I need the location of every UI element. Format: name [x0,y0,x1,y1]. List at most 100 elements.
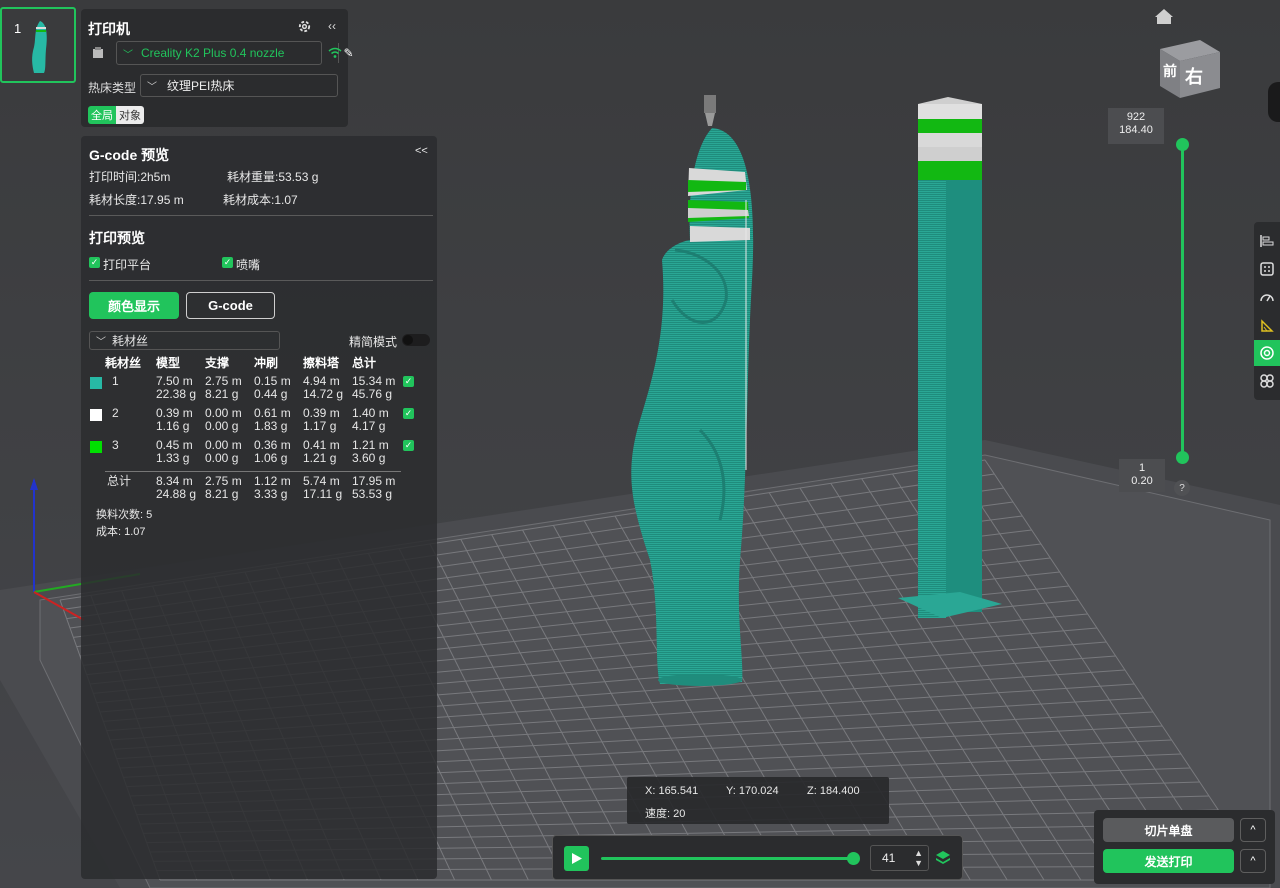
table-cell-total: 45.76 g [352,387,393,401]
gcode-panel-title: G-code 预览 [89,147,170,163]
slice-plate-button[interactable]: 切片单盘 [1103,818,1234,842]
table-cell-model: 1.16 g [156,419,190,433]
table-cell-tower: 14.72 g [303,387,344,401]
total-cost: 成本: 1.07 [96,526,146,538]
collapse-icon[interactable]: << [415,145,428,157]
gcode-view-button[interactable]: G-code [186,292,275,319]
layer-bottom-label: 1 0.20 [1119,459,1165,492]
layer-slider-track[interactable] [1181,144,1184,457]
chevron-down-icon: ﹀ [96,337,106,348]
print-time: 打印时间:2h5m [89,170,171,184]
divider [89,280,433,281]
play-icon [571,853,582,864]
filament-weight: 耗材重量:53.53 g [227,170,319,184]
layer-value: 41 [882,851,896,865]
table-cell-total: 4.17 g [352,419,386,433]
filament-cost: 耗材成本:1.07 [223,193,298,207]
support-paint-icon[interactable] [1254,312,1280,338]
table-cell-support: 0.00 g [205,451,239,465]
plate-preview-icon [32,21,47,73]
playback-handle[interactable] [847,852,860,865]
layers-icon[interactable] [935,850,951,869]
chevron-down-icon: ﹀ [147,82,157,93]
table-divider [105,471,401,472]
send-print-button[interactable]: 发送打印 [1103,849,1234,873]
filament-visible-checkbox[interactable]: ✓ [403,408,414,419]
assembly-icon[interactable] [1254,368,1280,394]
slice-options-button[interactable]: ^ [1240,818,1266,842]
table-cell-total: 3.60 g [352,451,386,465]
stepper-arrows-icon[interactable]: ▲ ▼ [914,848,923,868]
sum-flush-weight: 3.33 g [254,487,288,501]
sum-label: 总计 [107,474,132,488]
table-header: 冲刷 [254,356,279,370]
color-paint-icon[interactable] [1254,340,1280,366]
sidebar-collapse-handle[interactable] [1268,82,1280,122]
coord-x: X: 165.541 [645,785,699,797]
layer-top-label: 922 184.40 [1108,108,1164,144]
view-cube-front: 前 [1163,63,1177,80]
scope-object-button[interactable]: 对象 [116,106,144,124]
table-cell-support: 8.21 g [205,387,239,401]
view-cube[interactable]: 右 前 [1160,40,1220,98]
chevron-down-icon: ﹀ [123,49,133,61]
help-icon[interactable]: ? [1174,480,1190,496]
table-header: 模型 [156,356,181,370]
playback-progress[interactable] [601,857,854,860]
coord-z: Z: 184.400 [807,785,860,797]
filament-color-swatch[interactable] [90,377,102,389]
bed-type-value: 纹理PEI热床 [167,79,235,93]
gcode-preview-panel: G-code 预览 << 打印时间:2h5m 耗材重量:53.53 g 耗材长度… [81,136,437,879]
send-options-button[interactable]: ^ [1240,849,1266,873]
filament-id: 1 [112,374,119,388]
scope-toggle: 全局 对象 [88,106,144,124]
top-layer-height: 184.40 [1119,124,1153,136]
show-plate-checkbox[interactable]: ✓ [89,257,100,268]
bottom-layer-height: 0.20 [1131,475,1153,487]
table-cell-tower: 1.17 g [303,419,337,433]
arrange-icon[interactable] [1254,256,1280,282]
table-cell-flush: 1.83 g [254,419,288,433]
sum-tower-weight: 17.11 g [303,487,343,501]
layer-slider-top-handle[interactable] [1176,138,1189,151]
plate-number: 1 [14,21,22,36]
filament-visible-checkbox[interactable]: ✓ [403,376,414,387]
show-nozzle-checkbox[interactable]: ✓ [222,257,233,268]
align-icon[interactable] [1254,228,1280,254]
filament-id: 2 [112,406,119,420]
color-display-button[interactable]: 颜色显示 [89,292,179,319]
table-header: 支撑 [205,356,230,370]
sum-support-weight: 8.21 g [205,487,239,501]
table-cell-support: 0.00 g [205,419,239,433]
table-header: 耗材丝 [105,356,142,370]
speed: 速度: 20 [645,808,686,820]
speed-gauge-icon[interactable] [1254,284,1280,310]
printer-panel-title: 打印机 [88,21,130,37]
table-cell-tower: 1.21 g [303,451,337,465]
sum-model-weight: 24.88 g [156,487,197,501]
compact-mode-label: 精简模式 [349,335,398,349]
compact-mode-toggle[interactable] [402,334,430,346]
filament-color-swatch[interactable] [90,409,102,421]
filament-view-select[interactable]: ﹀ 耗材丝 [89,331,280,350]
play-button[interactable] [564,846,589,871]
bed-type-select[interactable]: ﹀ 纹理PEI热床 [140,74,338,97]
bed-type-label: 热床类型 [88,81,137,95]
printer-icon [89,45,107,61]
printer-panel: 打印机 ‹‹ ﹀ Creality K2 Plus 0.4 nozzle ✎ 热… [81,9,354,127]
collapse-icon[interactable]: ‹‹ [324,18,340,34]
printer-name: Creality K2 Plus 0.4 nozzle [141,46,285,60]
gcode-playback-bar: 41 ▲ ▼ [552,835,963,880]
action-panel: 切片单盘 ^ 发送打印 ^ [1094,810,1275,884]
printer-select[interactable]: ﹀ Creality K2 Plus 0.4 nozzle ✎ [116,41,354,65]
filament-color-swatch[interactable] [90,441,102,453]
table-cell-model: 1.33 g [156,451,190,465]
filament-id: 3 [112,438,119,452]
layer-stepper[interactable]: 41 ▲ ▼ [870,845,929,871]
filament-visible-checkbox[interactable]: ✓ [403,440,414,451]
table-header: 总计 [352,356,377,370]
scope-global-button[interactable]: 全局 [88,106,116,124]
gear-icon[interactable] [295,17,313,35]
plate-thumbnail[interactable]: 1 [0,7,76,83]
layer-slider-bottom-handle[interactable] [1176,451,1189,464]
